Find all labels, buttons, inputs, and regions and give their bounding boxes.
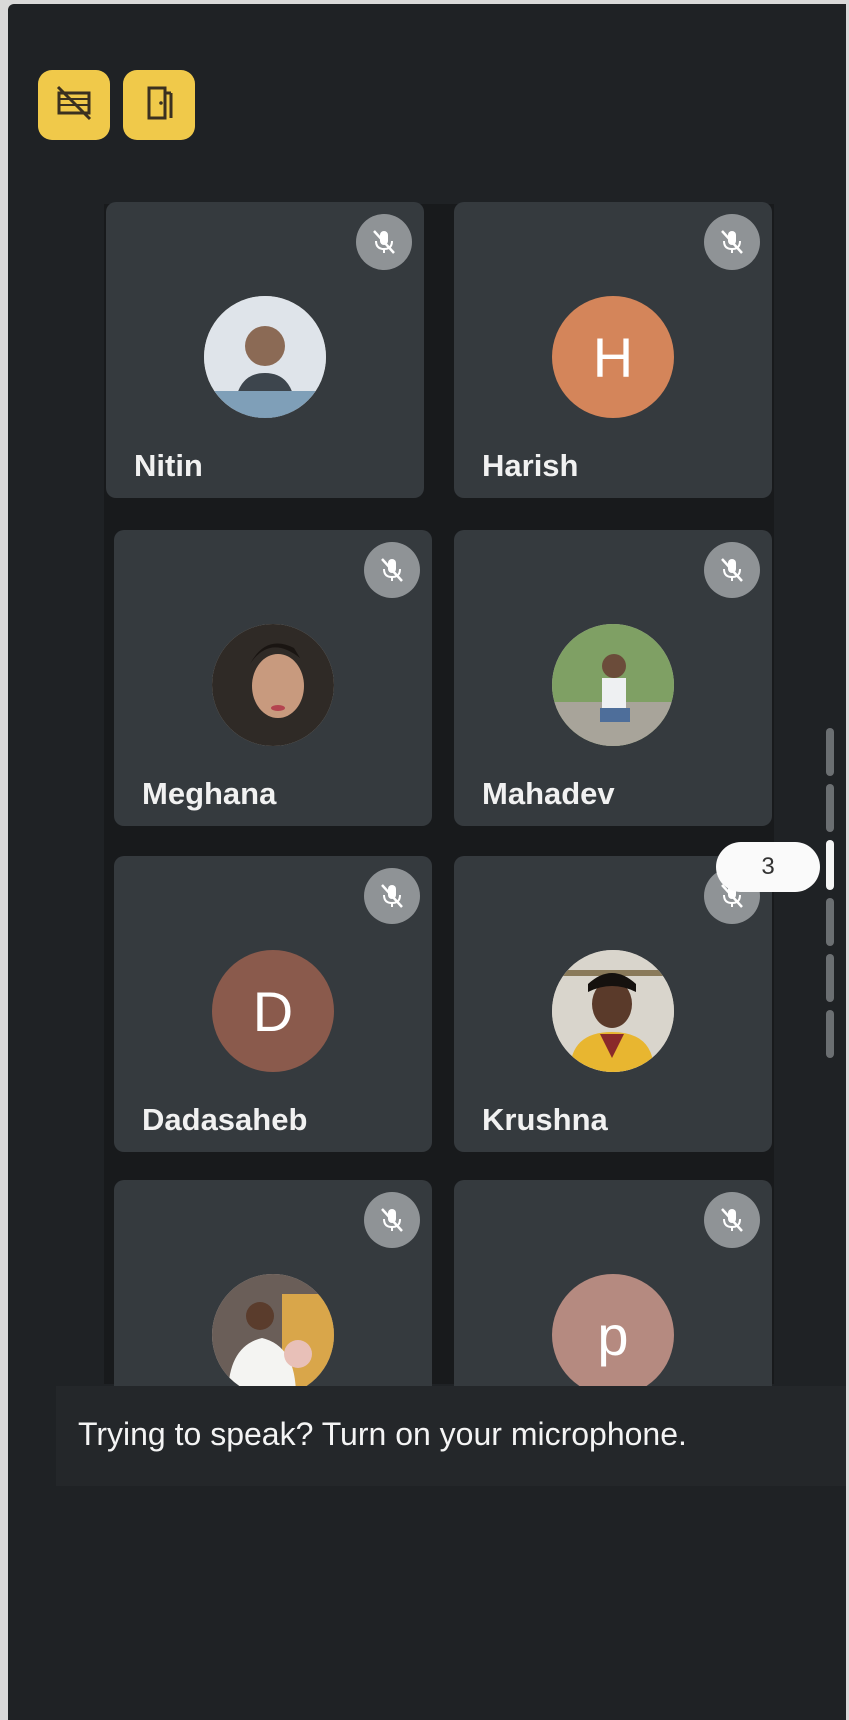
avatar-initial: H	[592, 325, 634, 389]
mic-off-icon	[364, 1192, 420, 1248]
mic-reminder-caption: Trying to speak? Turn on your microphone…	[78, 1416, 687, 1452]
page-indicator: 3	[716, 842, 820, 892]
page-segment[interactable]	[826, 954, 834, 1002]
avatar	[552, 950, 674, 1072]
stop-presenting-button[interactable]	[38, 70, 110, 140]
door-icon	[139, 83, 179, 128]
avatar	[212, 624, 334, 746]
page-number: 3	[761, 853, 775, 880]
participant-name: Dadasaheb	[142, 1102, 308, 1137]
participant-tile[interactable]: Mahadev	[454, 530, 772, 826]
avatar	[204, 296, 326, 418]
leave-room-button[interactable]	[123, 70, 195, 140]
participant-tile[interactable]: D Dadasaheb	[114, 856, 432, 1152]
avatar-initial: D	[252, 979, 294, 1043]
page-segment[interactable]	[826, 728, 834, 776]
avatar-initial: p	[597, 1303, 629, 1367]
participant-name: Mahadev	[482, 776, 615, 811]
mic-off-icon	[704, 542, 760, 598]
mic-off-icon	[356, 214, 412, 270]
avatar: D	[212, 950, 334, 1072]
participant-tile[interactable]: H Harish	[454, 202, 772, 498]
participant-name: Krushna	[482, 1102, 608, 1137]
participant-tile[interactable]	[114, 1180, 432, 1406]
participant-name: Nitin	[134, 448, 203, 483]
avatar	[212, 1274, 334, 1396]
avatar: H	[552, 296, 674, 418]
participant-tile[interactable]: Nitin	[106, 202, 424, 498]
page-segment[interactable]	[826, 1010, 834, 1058]
meeting-screen: Nitin H Harish Meghana Mahadev D Dadasah…	[8, 4, 846, 1720]
page-segment[interactable]	[826, 784, 834, 832]
mic-off-icon	[364, 542, 420, 598]
participant-tile[interactable]: p	[454, 1180, 772, 1406]
participant-tile[interactable]: Krushna	[454, 856, 772, 1152]
mic-off-icon	[364, 868, 420, 924]
stop-presenting-icon	[54, 83, 94, 128]
avatar: p	[552, 1274, 674, 1396]
caption-bar: Trying to speak? Turn on your microphone…	[56, 1386, 846, 1486]
page-segment[interactable]	[826, 898, 834, 946]
page-segment-active[interactable]	[826, 840, 834, 890]
avatar	[552, 624, 674, 746]
mic-off-icon	[704, 214, 760, 270]
participant-name: Harish	[482, 448, 579, 483]
participant-name: Meghana	[142, 776, 277, 811]
participant-tile[interactable]: Meghana	[114, 530, 432, 826]
mic-off-icon	[704, 1192, 760, 1248]
